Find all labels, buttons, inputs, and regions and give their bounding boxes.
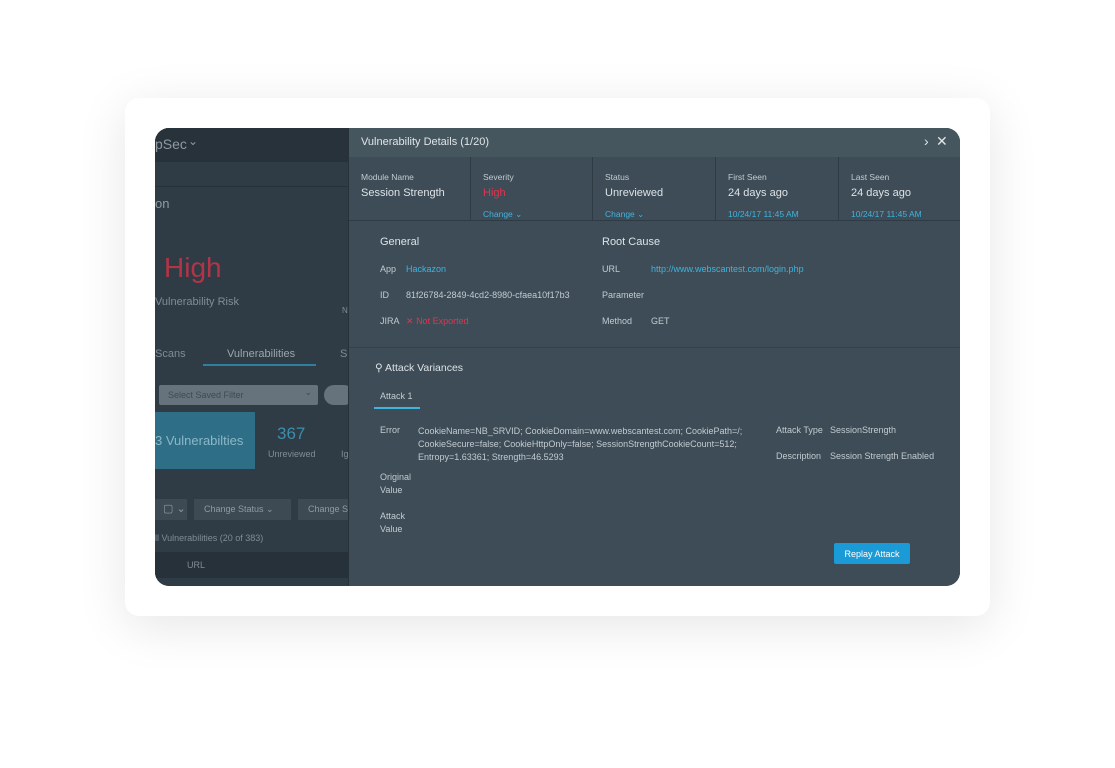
change-status-link[interactable]: Change ⌄ <box>605 209 644 220</box>
chevron-down-icon: ⌄ <box>304 387 312 397</box>
vulnerability-details-panel: Vulnerability Details (1/20) › ✕ Module … <box>348 128 960 586</box>
close-icon[interactable]: ✕ <box>936 133 948 150</box>
panel-title: Vulnerability Details (1/20) <box>361 136 489 148</box>
app-name[interactable]: pSec <box>155 136 187 152</box>
next-icon[interactable]: › <box>924 133 929 149</box>
unreviewed-count[interactable]: 367 <box>277 424 305 444</box>
tab-scans[interactable]: Scans <box>155 348 186 360</box>
risk-level: High <box>164 252 222 283</box>
x-icon: ✕ <box>406 316 414 326</box>
total-tile-label: 3 Vulnerabilties <box>155 433 244 448</box>
tab-other[interactable]: S <box>340 348 347 360</box>
vulnerability-id: 81f26784-2849-4cd2-8980-cfaea10f17b3 <box>406 290 570 300</box>
side-text: N <box>342 306 348 315</box>
meta-first-seen: First Seen 24 days ago 10/24/17 11:45 AM <box>716 157 839 221</box>
meta-module: Module Name Session Strength <box>349 157 471 221</box>
app-link[interactable]: Hackazon <box>406 264 446 274</box>
unreviewed-label: Unreviewed <box>268 449 316 459</box>
method-value: GET <box>651 316 670 326</box>
error-text: CookieName=NB_SRVID; CookieDomain=www.we… <box>418 426 743 462</box>
list-caption: ll Vulnerabilities (20 of 383) <box>155 533 264 543</box>
column-url[interactable]: URL <box>187 560 205 570</box>
status-value: Unreviewed <box>605 187 664 199</box>
tab-attack-1[interactable]: Attack 1 <box>380 391 413 401</box>
tab-vulnerabilities[interactable]: Vulnerabilities <box>227 348 295 360</box>
saved-filter-placeholder: Select Saved Filter <box>168 390 244 400</box>
meta-severity: Severity High Change ⌄ <box>471 157 593 221</box>
meta-status: Status Unreviewed Change ⌄ <box>593 157 716 221</box>
background-app: pSec ⌄ on High Vulnerability Risk N Scan… <box>155 128 358 586</box>
total-vulnerabilities-tile[interactable]: 3 Vulnerabilties <box>155 412 255 469</box>
jira-status: ✕ Not Exported <box>406 316 469 326</box>
panel-header: Vulnerability Details (1/20) › ✕ <box>349 128 960 157</box>
change-status-button[interactable]: Change Status ⌄ <box>194 499 291 520</box>
app-screenshot: pSec ⌄ on High Vulnerability Risk N Scan… <box>155 128 960 586</box>
select-dropdown[interactable]: ▢ ⌄ <box>155 499 187 520</box>
attack-description: Session Strength Enabled <box>830 451 935 461</box>
root-cause-heading: Root Cause <box>602 236 661 248</box>
risk-label: Vulnerability Risk <box>155 296 239 308</box>
change-severity-link[interactable]: Change ⌄ <box>483 209 522 220</box>
saved-filter-select[interactable]: Select Saved Filter ⌄ <box>159 385 318 405</box>
page-title: on <box>155 196 170 211</box>
general-heading: General <box>380 236 420 248</box>
attack-type: SessionStrength <box>830 425 897 435</box>
replay-attack-button[interactable]: Replay Attack <box>834 543 910 564</box>
meta-last-seen: Last Seen 24 days ago 10/24/17 11:45 AM <box>839 157 960 221</box>
attack-variances-heading: ⚲ Attack Variances <box>375 362 464 374</box>
url-link[interactable]: http://www.webscantest.com/login.php <box>651 264 804 274</box>
pin-icon: ⚲ <box>375 362 383 374</box>
chevron-down-icon[interactable]: ⌄ <box>188 134 198 148</box>
severity-value: High <box>483 187 506 199</box>
module-name: Session Strength <box>361 187 445 199</box>
